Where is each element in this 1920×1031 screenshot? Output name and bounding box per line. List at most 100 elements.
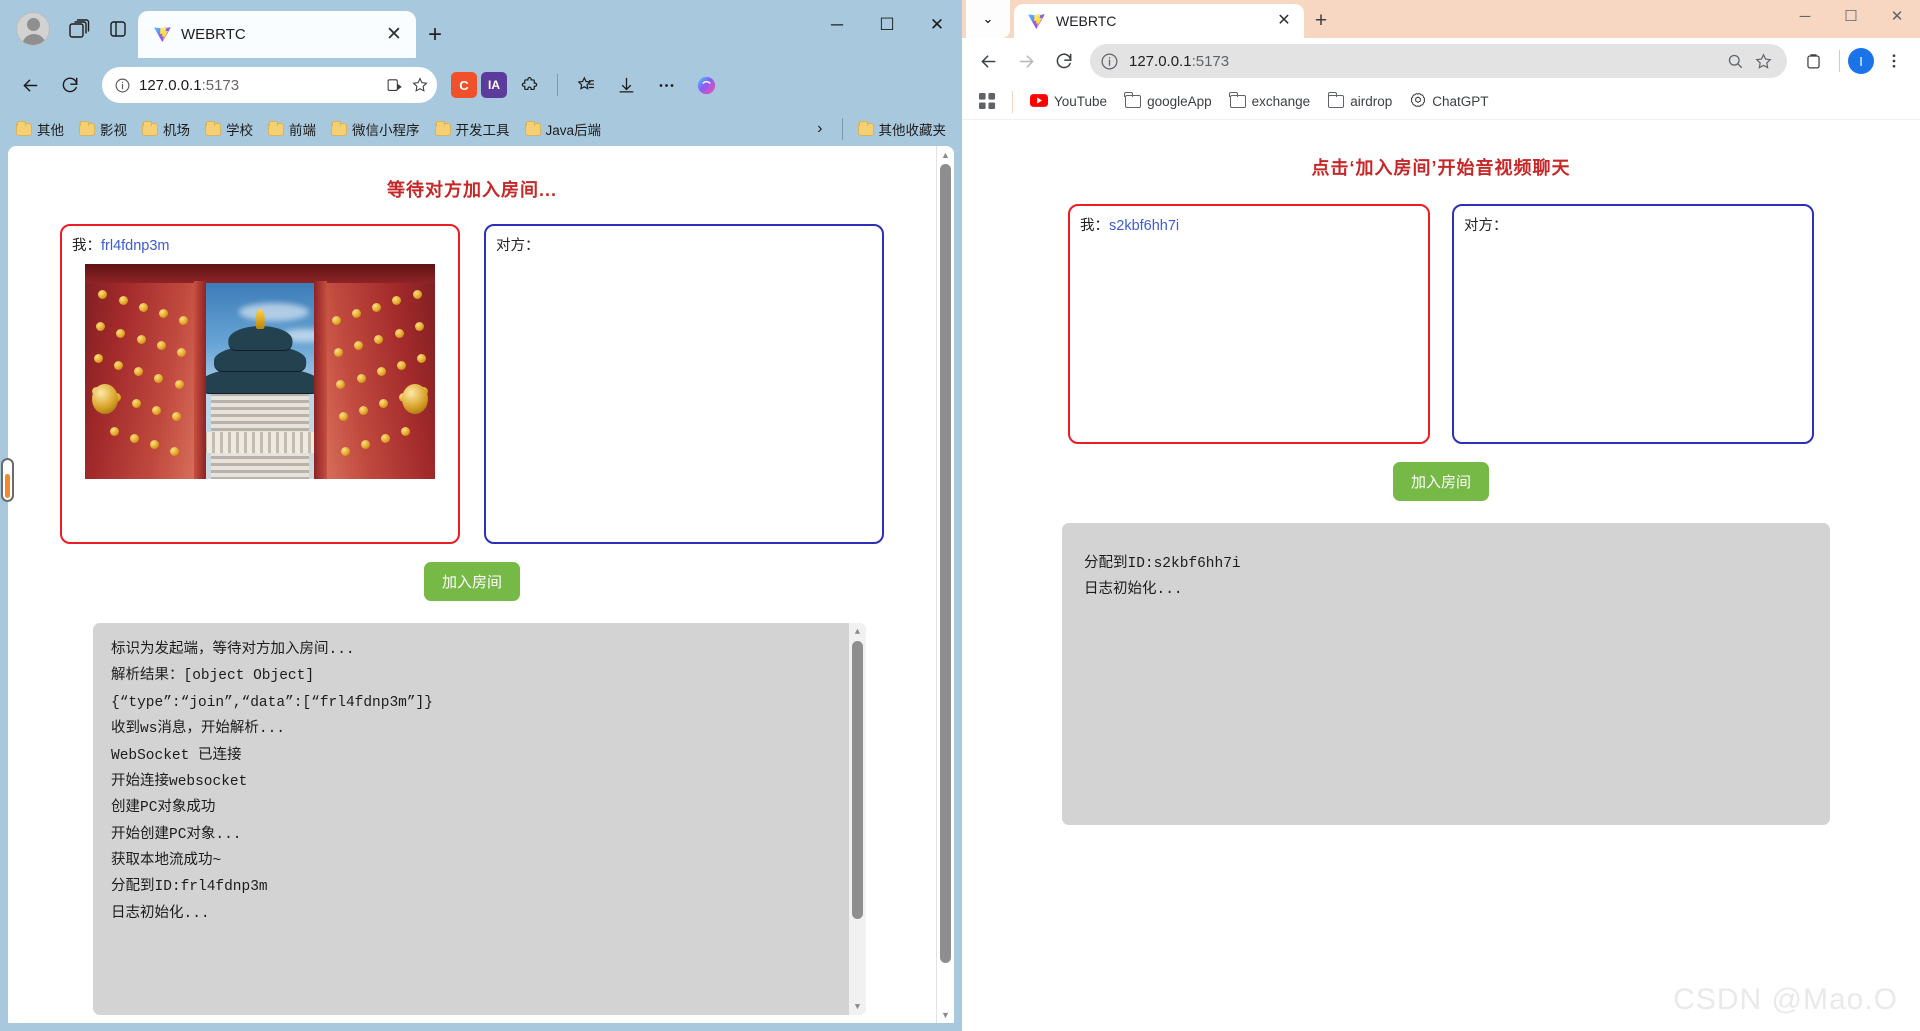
reload-icon[interactable] xyxy=(52,67,88,103)
bookmark-star-icon[interactable] xyxy=(1754,52,1773,71)
maximize-button[interactable]: ☐ xyxy=(862,0,912,50)
ia-extension-icon[interactable]: IA xyxy=(481,72,507,98)
log-panel: 分配到ID:s2kbf6hh7i 日志初始化... xyxy=(1062,523,1830,825)
chatgpt-icon xyxy=(1410,92,1426,111)
close-window-button[interactable]: ✕ xyxy=(912,0,962,50)
edge-side-scroll-indicator[interactable] xyxy=(1,458,14,502)
log-scroll-down-icon[interactable]: ▼ xyxy=(849,998,867,1015)
bookmark-item[interactable]: 其他 xyxy=(10,116,70,142)
pagoda-tier xyxy=(200,367,320,393)
profile-avatar-icon[interactable] xyxy=(16,12,50,46)
minimize-button[interactable]: ─ xyxy=(1782,0,1828,32)
folder-icon xyxy=(16,120,32,136)
close-window-button[interactable]: ✕ xyxy=(1874,0,1920,32)
bookmark-label: 前端 xyxy=(289,123,316,138)
page-scrollbar[interactable]: ▲ ▼ xyxy=(936,146,954,1023)
back-icon[interactable] xyxy=(12,67,48,103)
log-scroll-up-icon[interactable]: ▲ xyxy=(849,623,867,640)
bookmark-item-youtube[interactable]: YouTube xyxy=(1023,90,1114,114)
bookmark-item[interactable]: 微信小程序 xyxy=(325,116,426,142)
tab-search-chevron-icon[interactable]: ⌄ xyxy=(966,0,1010,38)
tab-title: WEBRTC xyxy=(1056,13,1117,29)
back-icon[interactable] xyxy=(970,43,1006,79)
join-room-button[interactable]: 加入房间 xyxy=(1392,462,1489,501)
bookmark-item[interactable]: Java后端 xyxy=(519,116,608,142)
folder-icon xyxy=(1327,92,1345,108)
site-info-icon[interactable] xyxy=(114,77,131,94)
log-line: 日志初始化... xyxy=(111,905,210,922)
edge-titlebar-icons xyxy=(8,0,138,58)
profile-avatar[interactable]: I xyxy=(1848,48,1874,74)
address-bar[interactable]: 127.0.0.1:5173 xyxy=(1090,44,1787,78)
edge-tab-strip: WEBRTC ✕ + ─ ☐ ✕ xyxy=(0,0,962,58)
split-screen-icon[interactable] xyxy=(108,19,128,39)
c-extension-icon[interactable]: C xyxy=(451,72,477,98)
folder-icon xyxy=(524,120,541,136)
page-scroll-up-icon[interactable]: ▲ xyxy=(937,146,955,163)
video-door-right xyxy=(323,264,435,479)
copilot-icon[interactable] xyxy=(688,67,724,103)
local-video-label: 我：frl4fdnp3m xyxy=(62,226,458,255)
new-tab-button[interactable]: + xyxy=(1304,4,1338,38)
bookmark-item[interactable]: 开发工具 xyxy=(429,116,516,142)
settings-more-icon[interactable] xyxy=(648,67,684,103)
join-room-button[interactable]: 加入房间 xyxy=(423,562,520,601)
door-studs xyxy=(323,264,435,479)
chrome-menu-icon[interactable] xyxy=(1876,43,1912,79)
forward-icon[interactable] xyxy=(1008,43,1044,79)
me-label: 我： xyxy=(1080,218,1109,234)
downloads-icon[interactable] xyxy=(608,67,644,103)
page-scroll-down-icon[interactable]: ▼ xyxy=(937,1006,955,1023)
remote-video-panel: 对方： xyxy=(484,224,884,544)
bookmark-item-exchange[interactable]: exchange xyxy=(1223,90,1318,113)
pagoda-tier xyxy=(227,325,293,350)
search-icon[interactable] xyxy=(1726,52,1744,70)
apps-grid-icon[interactable] xyxy=(972,84,1002,120)
tab-close-icon[interactable]: ✕ xyxy=(382,25,406,44)
maximize-button[interactable]: ☐ xyxy=(1828,0,1874,32)
favorite-star-icon[interactable] xyxy=(411,76,429,94)
tab-close-icon[interactable]: ✕ xyxy=(1272,13,1296,29)
bookmark-item-airdrop[interactable]: airdrop xyxy=(1321,90,1399,113)
workspaces-icon[interactable] xyxy=(68,18,90,40)
extensions-icon[interactable] xyxy=(1795,43,1831,79)
address-bar[interactable]: 127.0.0.1:5173 xyxy=(102,67,437,103)
video-lintel xyxy=(85,264,435,284)
minimize-button[interactable]: ─ xyxy=(812,0,862,50)
video-area: 我：frl4fdnp3m 对方： xyxy=(8,224,936,544)
bookmark-item[interactable]: 影视 xyxy=(73,116,133,142)
bookmark-item[interactable]: 学校 xyxy=(199,116,259,142)
browser-tab[interactable]: WEBRTC ✕ xyxy=(1014,4,1304,38)
me-label: 我： xyxy=(72,238,101,254)
chrome-browser-window: ⌄ WEBRTC ✕ + ─ ☐ ✕ 127.0.0.1:5173 I YouT… xyxy=(962,0,1920,1031)
bookmark-item[interactable]: 机场 xyxy=(136,116,196,142)
page-scroll-track[interactable] xyxy=(937,163,955,1006)
extensions-puzzle-icon[interactable] xyxy=(511,67,547,103)
bookmark-label: exchange xyxy=(1251,94,1311,109)
log-line: WebSocket 已连接 xyxy=(111,747,242,764)
collections-icon[interactable] xyxy=(568,67,604,103)
bookmark-item[interactable]: 前端 xyxy=(262,116,322,142)
video-door-left xyxy=(85,264,197,479)
reload-icon[interactable] xyxy=(1046,43,1082,79)
log-scroll-thumb[interactable] xyxy=(852,641,863,919)
log-line: 获取本地流成功~ xyxy=(111,853,222,869)
read-aloud-icon[interactable] xyxy=(386,77,403,94)
page-scroll-thumb[interactable] xyxy=(940,164,951,963)
log-scroll-track[interactable] xyxy=(849,640,867,998)
webrtc-app-left: 等待对方加入房间... 我：frl4fdnp3m 对方： 加入房间 标识为发起端… xyxy=(8,146,936,1015)
url-host: 127.0.0.1 xyxy=(1129,52,1192,70)
browser-tab[interactable]: WEBRTC ✕ xyxy=(138,11,416,58)
site-info-icon[interactable] xyxy=(1100,52,1119,71)
log-scrollbar[interactable]: ▲ ▼ xyxy=(849,623,866,1015)
bookmark-item-googleapp[interactable]: googleApp xyxy=(1118,90,1219,113)
other-bookmarks-item[interactable]: 其他收藏夹 xyxy=(852,116,953,142)
bookmark-label: 学校 xyxy=(226,123,253,138)
bookmark-label: Java后端 xyxy=(545,123,602,138)
bookmark-item-chatgpt[interactable]: ChatGPT xyxy=(1403,88,1495,115)
new-tab-button[interactable]: + xyxy=(416,11,454,58)
door-knocker-icon xyxy=(91,384,118,415)
bookmarks-overflow-chevron-icon[interactable]: › xyxy=(807,120,832,138)
folder-icon xyxy=(1229,92,1246,108)
bookmarks-divider xyxy=(841,118,843,140)
